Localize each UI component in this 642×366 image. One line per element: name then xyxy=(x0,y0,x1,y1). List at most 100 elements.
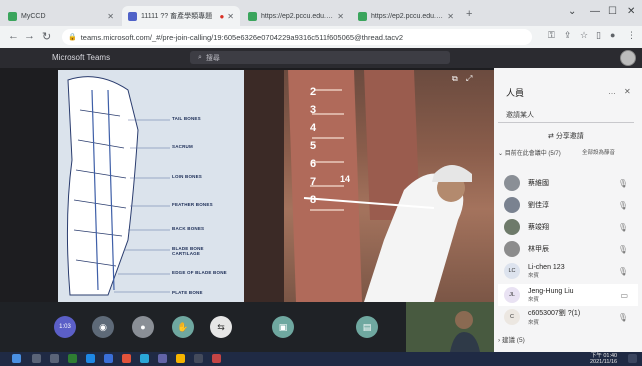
participant-row[interactable]: 劉佳淳 🎙 xyxy=(498,194,638,216)
rib-number: 7 xyxy=(310,176,317,188)
shared-slide: TAIL BONES SACRUM LOIN BONES FEATHER BON… xyxy=(58,70,244,302)
windows-start-icon[interactable] xyxy=(12,354,21,363)
bookmark-star-icon[interactable]: ☆ xyxy=(580,30,588,41)
slide-label: PLATE BONE xyxy=(172,290,203,295)
recording-dot-icon: ● xyxy=(219,11,225,21)
close-window-icon[interactable]: ✕ xyxy=(627,6,635,17)
os-taskbar xyxy=(0,352,642,366)
browser-tab-1[interactable]: MyCCD ✕ xyxy=(2,6,120,26)
screen-share-icon[interactable]: ⇆ xyxy=(210,316,232,338)
tab-label: 11111 ?? 畜產學類專題 xyxy=(141,13,213,20)
participant-avatar: LC xyxy=(504,263,520,279)
edge-browser-icon[interactable] xyxy=(86,354,95,363)
mic-off-icon[interactable]: 🎙 xyxy=(618,313,628,322)
participant-row[interactable]: 林甲辰 🎙 xyxy=(498,238,638,260)
participant-name: 劉佳淳 xyxy=(528,202,549,209)
forward-icon[interactable]: → xyxy=(24,30,35,42)
reload-icon[interactable]: ↻ xyxy=(42,30,51,43)
more-menu-icon[interactable]: ⋮ xyxy=(627,30,636,41)
participant-role: 來賓 xyxy=(528,272,540,279)
sidebar-icon[interactable]: ▯ xyxy=(596,30,601,41)
search-input[interactable]: ⌕ 搜尋 xyxy=(190,51,450,64)
chat-icon[interactable]: ▣ xyxy=(272,316,294,338)
search-icon[interactable] xyxy=(32,354,41,363)
more-options-icon[interactable]: … xyxy=(608,87,616,96)
search-icon: ⌕ xyxy=(198,53,202,61)
key-icon[interactable]: ⚿ xyxy=(548,30,555,41)
minimize-window-icon[interactable]: — xyxy=(590,6,600,17)
mic-off-icon[interactable]: 🎙 xyxy=(618,179,628,188)
tab-label: https://ep2.pccu.edu.tw/eve xyxy=(261,12,334,20)
panel-title: 人員 xyxy=(506,88,525,98)
participant-row[interactable]: 蔡維國 🎙 xyxy=(498,172,638,194)
taskbar-app-icon[interactable] xyxy=(68,354,77,363)
mic-off-icon[interactable]: 🎙 xyxy=(618,223,628,232)
browser-tab-2[interactable]: 11111 ?? 畜產學類專題 ● ✕ xyxy=(122,6,240,26)
taskbar-app-icon[interactable] xyxy=(176,354,185,363)
self-view-person xyxy=(406,302,494,352)
participant-avatar-bubble[interactable]: ● xyxy=(132,316,154,338)
slide-label: SACRUM xyxy=(172,144,193,149)
close-panel-icon[interactable]: ✕ xyxy=(624,87,631,96)
minimize-icon[interactable]: ⌄ xyxy=(568,6,576,17)
notifications-icon[interactable] xyxy=(628,354,637,363)
address-bar-url: teams.microsoft.com/_#/pre-join-calling/… xyxy=(80,32,403,42)
share-icon[interactable]: ⇪ xyxy=(564,30,572,41)
camera-feed: 2 3 4 5 6 7 8 14 xyxy=(244,70,494,302)
expand-icon[interactable]: ⤢ xyxy=(466,74,472,84)
in-meeting-section-header[interactable]: ⌄ 目前在此會議中 (5/7) xyxy=(498,148,561,157)
participant-role: 來賓 xyxy=(528,320,540,326)
system-clock[interactable]: 下午 01:40 2021/11/16 xyxy=(590,353,617,365)
close-tab-icon[interactable]: ✕ xyxy=(337,12,344,21)
participant-avatar xyxy=(504,175,520,191)
mic-off-icon[interactable]: 🎙 xyxy=(618,201,628,210)
participant-name: Li-chen 123 xyxy=(528,263,565,271)
rib-marker: 14 xyxy=(340,174,351,184)
taskbar-app-icon[interactable] xyxy=(140,354,149,363)
task-view-icon[interactable] xyxy=(50,354,59,363)
browser-tab-3[interactable]: https://ep2.pccu.edu.tw/eve ✕ xyxy=(242,6,350,26)
back-icon[interactable]: ← xyxy=(8,30,19,42)
teams-icon[interactable] xyxy=(158,354,167,363)
close-tab-icon[interactable]: ✕ xyxy=(447,12,454,21)
close-tab-icon[interactable]: ✕ xyxy=(107,12,114,21)
slide-label: FEATHER BONES xyxy=(172,202,213,207)
participant-row[interactable]: JL Jeng-Hung Liu 來賓 ▭ xyxy=(498,284,638,306)
taskbar-app-icon[interactable] xyxy=(194,354,203,363)
raise-hand-icon[interactable]: ✋ xyxy=(172,316,194,338)
more-actions-icon[interactable]: ▤ xyxy=(356,316,378,338)
search-placeholder: 搜尋 xyxy=(205,54,220,62)
participant-row[interactable]: 蔡竣翔 🎙 xyxy=(498,216,638,238)
chevron-down-icon: ⌄ xyxy=(498,151,505,157)
screen-share-status-icon[interactable]: ▭ xyxy=(620,291,628,300)
suggestions-section-header[interactable]: › 建議 (5) xyxy=(498,334,525,344)
teams-favicon-icon xyxy=(128,11,137,21)
suggestions-label: 建議 (5) xyxy=(501,337,525,344)
participant-row[interactable]: LC Li-chen 123 來賓 🎙 xyxy=(498,260,638,282)
mic-off-icon[interactable]: 🎙 xyxy=(618,267,628,276)
participant-row[interactable]: C c6053007劉 ?(1) 來賓 🎙 xyxy=(498,306,638,328)
taskbar-app-icon[interactable] xyxy=(212,354,221,363)
browser-tab-4[interactable]: https://ep2.pccu.edu.tw/eve ✕ xyxy=(352,6,460,26)
share-icon: ⇄ xyxy=(548,133,556,140)
address-bar[interactable]: 🔒 teams.microsoft.com/_#/pre-join-callin… xyxy=(62,29,532,45)
mic-off-icon[interactable]: 🎙 xyxy=(618,245,628,254)
explorer-icon[interactable] xyxy=(104,354,113,363)
mute-all-button[interactable]: 全部設為靜音 xyxy=(582,148,615,156)
close-tab-icon[interactable]: ✕ xyxy=(227,12,234,21)
rib-number: 2 xyxy=(310,86,317,98)
rib-number: 5 xyxy=(310,140,317,152)
maximize-window-icon[interactable]: ☐ xyxy=(608,6,617,17)
invite-someone-field[interactable]: 邀請某人 xyxy=(506,110,534,120)
profile-icon[interactable]: ● xyxy=(610,30,615,40)
meeting-timer[interactable]: 1:03 xyxy=(54,316,76,338)
tab-favicon-icon xyxy=(358,11,367,21)
user-avatar[interactable] xyxy=(620,50,636,66)
pip-icon[interactable]: ⧉ xyxy=(452,74,458,84)
chrome-icon[interactable] xyxy=(122,354,131,363)
video-camera-icon[interactable]: ◉ xyxy=(92,316,114,338)
share-invite-button[interactable]: ⇄ 分享邀請 xyxy=(548,131,584,141)
app-title: Microsoft Teams xyxy=(52,53,111,62)
new-tab-icon[interactable]: + xyxy=(466,8,472,20)
participant-avatar: C xyxy=(504,309,520,325)
